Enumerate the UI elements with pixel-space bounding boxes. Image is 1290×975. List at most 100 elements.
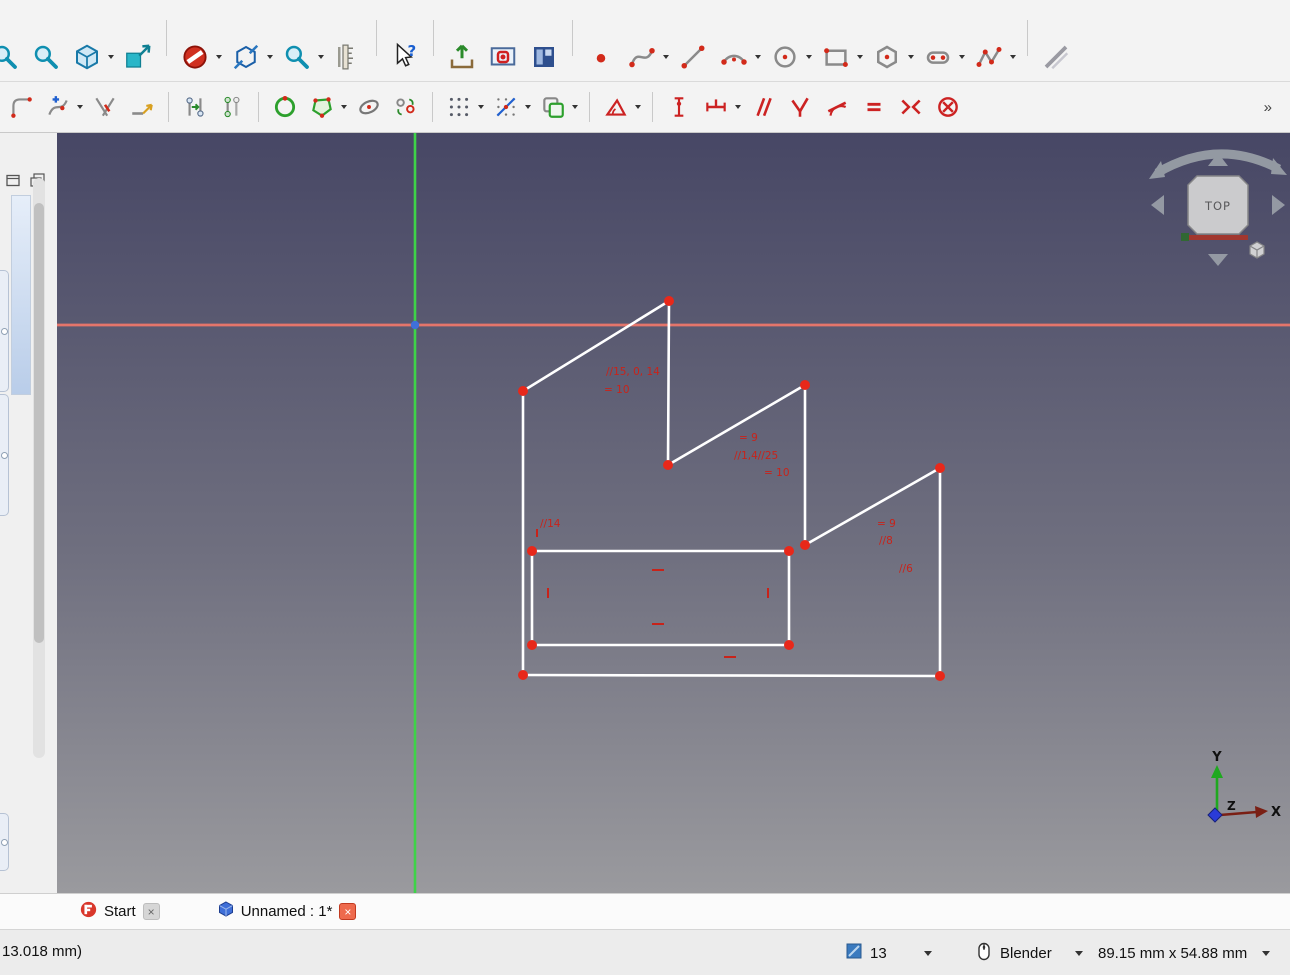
- constraint-label[interactable]: //14: [540, 518, 561, 530]
- constraint-label[interactable]: //1,4//25: [734, 450, 778, 462]
- constraint-label[interactable]: = 10: [764, 467, 790, 479]
- tab-unnamed-close-icon[interactable]: ×: [339, 903, 357, 920]
- vertical-distance-icon[interactable]: [662, 90, 696, 124]
- navcube-mini-cube-icon[interactable]: [1249, 241, 1265, 259]
- sketch-point[interactable]: [518, 670, 528, 680]
- create-rectangle-icon[interactable]: [817, 38, 855, 76]
- view-capture-icon[interactable]: [484, 38, 522, 76]
- 3d-viewport[interactable]: //15, 0, 14 = 10 = 9 //1,4//25 = 10 //14 = 9 //…: [57, 133, 1290, 893]
- equal-constraint-icon[interactable]: [857, 90, 891, 124]
- create-bspline-icon-dropdown[interactable]: [661, 55, 671, 59]
- create-polyline-icon[interactable]: [970, 38, 1008, 76]
- panels-icon[interactable]: [525, 38, 563, 76]
- sketch-point[interactable]: [935, 463, 945, 473]
- measure-icon[interactable]: [329, 38, 367, 76]
- angle-constraint-icon-dropdown[interactable]: [633, 105, 643, 109]
- connect-edges-icon[interactable]: [305, 90, 339, 124]
- sketch-edge[interactable]: [803, 466, 942, 547]
- construction-geometry-icon[interactable]: [1037, 38, 1075, 76]
- symmetry-icon[interactable]: [352, 90, 386, 124]
- constraint-label[interactable]: //8: [879, 535, 893, 547]
- sketch-point[interactable]: [800, 380, 810, 390]
- exchange-geometry-icon[interactable]: [178, 90, 212, 124]
- collapsed-panel-tab[interactable]: [0, 813, 9, 871]
- panel-layout-icon[interactable]: [6, 173, 22, 189]
- constraint-label[interactable]: //15, 0, 14: [606, 366, 660, 378]
- tab-unnamed-document[interactable]: Unnamed : 1* ×: [210, 898, 365, 925]
- connect-edges-icon-dropdown[interactable]: [339, 105, 349, 109]
- rendering-order-icon[interactable]: [536, 90, 570, 124]
- clipping-plane-icon[interactable]: [176, 38, 214, 76]
- horizontal-distance-icon-dropdown[interactable]: [733, 105, 743, 109]
- view-dimensions-control[interactable]: 89.15 mm x 54.88 mm: [1098, 930, 1271, 975]
- create-arc-icon-dropdown[interactable]: [753, 55, 763, 59]
- sketch-edge[interactable]: [666, 299, 671, 467]
- extend-edge-icon[interactable]: [125, 90, 159, 124]
- constraint-label[interactable]: = 10: [604, 384, 630, 396]
- sketch-point[interactable]: [664, 296, 674, 306]
- collapsed-panel-tab[interactable]: [0, 270, 9, 392]
- rendering-order-icon-dropdown[interactable]: [570, 105, 580, 109]
- sketch-canvas[interactable]: //15, 0, 14 = 10 = 9 //1,4//25 = 10 //14 = 9 //…: [57, 133, 1290, 893]
- navigation-style-control[interactable]: Blender: [975, 930, 1083, 975]
- export-icon[interactable]: [443, 38, 481, 76]
- grid-size-control[interactable]: 13: [845, 930, 932, 975]
- arrow-right-icon[interactable]: [1272, 195, 1285, 215]
- sketch-point[interactable]: [784, 640, 794, 650]
- fillet-icon[interactable]: [4, 90, 38, 124]
- bounding-box-icon[interactable]: [227, 38, 265, 76]
- navigation-style-caret-icon[interactable]: [1074, 950, 1083, 956]
- collapsed-panel-tab[interactable]: [0, 394, 9, 516]
- isometric-view-icon[interactable]: [68, 38, 106, 76]
- horizontal-distance-icon[interactable]: [699, 90, 733, 124]
- sketch-point[interactable]: [663, 460, 673, 470]
- sketch-point[interactable]: [800, 540, 810, 550]
- zoom-tools-icon-dropdown[interactable]: [316, 55, 326, 59]
- view-fit-all-icon[interactable]: [0, 38, 24, 76]
- rail-scrollbar-track[interactable]: [33, 178, 45, 758]
- create-polygon-icon[interactable]: [868, 38, 906, 76]
- navigation-cube[interactable]: TOP: [1149, 149, 1287, 266]
- collapsed-combo-view-preview[interactable]: [11, 195, 31, 395]
- sketch-point[interactable]: [527, 640, 537, 650]
- whats-this-icon[interactable]: ?: [386, 38, 424, 76]
- select-elements-icon[interactable]: [215, 90, 249, 124]
- arrow-left-icon[interactable]: [1151, 195, 1164, 215]
- navcube-corner[interactable]: [1181, 233, 1189, 241]
- arrow-down-icon[interactable]: [1208, 254, 1228, 266]
- grid-toggle-icon-dropdown[interactable]: [476, 105, 486, 109]
- symmetric-constraint-icon[interactable]: [894, 90, 928, 124]
- create-slot-icon-dropdown[interactable]: [957, 55, 967, 59]
- constraint-label[interactable]: //6: [899, 563, 913, 575]
- bounding-box-icon-dropdown[interactable]: [265, 55, 275, 59]
- create-polygon-icon-dropdown[interactable]: [906, 55, 916, 59]
- constraint-label[interactable]: = 9: [877, 518, 896, 530]
- trim-edge-icon[interactable]: [88, 90, 122, 124]
- create-arc-icon[interactable]: [715, 38, 753, 76]
- sketch-point[interactable]: [527, 546, 537, 556]
- create-bspline-icon[interactable]: [623, 38, 661, 76]
- tangent-constraint-icon[interactable]: [820, 90, 854, 124]
- snap-toggle-icon[interactable]: [489, 90, 523, 124]
- close-shape-icon[interactable]: [268, 90, 302, 124]
- create-circle-icon-dropdown[interactable]: [804, 55, 814, 59]
- create-polyline-icon-dropdown[interactable]: [1008, 55, 1018, 59]
- rotate-right-icon[interactable]: [1271, 158, 1287, 175]
- align-to-selection-icon[interactable]: [119, 38, 157, 76]
- tab-start-close-icon[interactable]: ×: [142, 903, 160, 920]
- toolbar-expand-icon[interactable]: »: [1256, 95, 1280, 120]
- sketch-point[interactable]: [784, 546, 794, 556]
- angle-constraint-icon[interactable]: [599, 90, 633, 124]
- snap-toggle-icon-dropdown[interactable]: [523, 105, 533, 109]
- grid-toggle-icon[interactable]: [442, 90, 476, 124]
- constraint-label[interactable]: = 9: [739, 432, 758, 444]
- create-circle-icon[interactable]: [766, 38, 804, 76]
- create-point-icon[interactable]: [582, 38, 620, 76]
- navcube-front-edge[interactable]: [1188, 235, 1248, 240]
- create-slot-icon[interactable]: [919, 38, 957, 76]
- origin-point[interactable]: [410, 320, 420, 330]
- create-line-icon[interactable]: [674, 38, 712, 76]
- grid-size-caret-icon[interactable]: [923, 950, 932, 956]
- rail-scrollbar[interactable]: [34, 203, 44, 643]
- zoom-tools-icon[interactable]: [278, 38, 316, 76]
